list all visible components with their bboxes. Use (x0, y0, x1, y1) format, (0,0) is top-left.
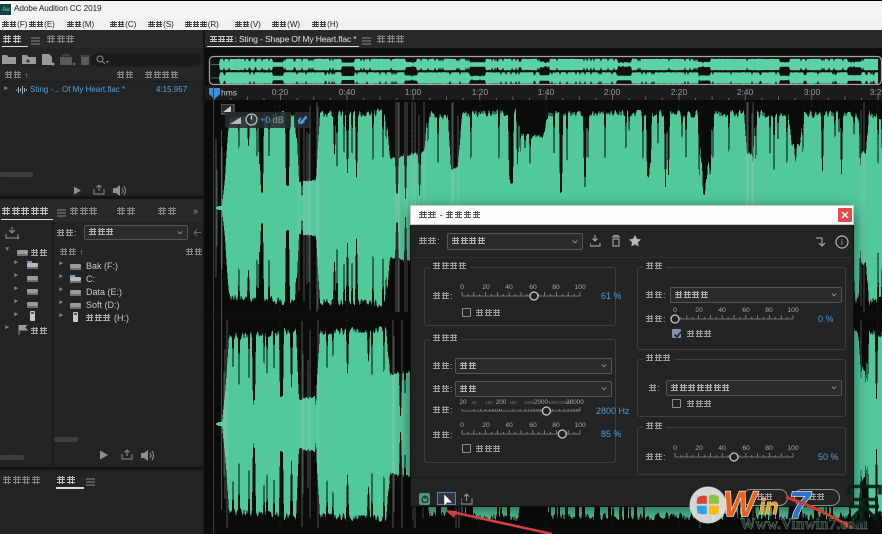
svg-text:100: 100 (485, 400, 493, 405)
svg-text:20: 20 (695, 307, 703, 314)
svg-text:1000: 1000 (524, 400, 535, 405)
svg-text:40: 40 (505, 284, 513, 291)
svg-text:20: 20 (482, 422, 490, 429)
svg-text:200: 200 (496, 399, 507, 406)
svg-text:60: 60 (742, 445, 750, 452)
svg-text:50 %: 50 % (818, 452, 839, 462)
svg-text:20000: 20000 (566, 399, 584, 406)
svg-text:40: 40 (471, 400, 477, 405)
svg-text:100: 100 (574, 422, 586, 429)
svg-text:80: 80 (765, 307, 773, 314)
svg-text:0 %: 0 % (818, 314, 834, 324)
svg-text:2800 Hz: 2800 Hz (596, 406, 630, 416)
svg-text:40: 40 (718, 445, 726, 452)
svg-text:100: 100 (787, 445, 799, 452)
svg-text:400: 400 (509, 400, 517, 405)
svg-text:85 %: 85 % (601, 429, 622, 439)
svg-text:100: 100 (787, 307, 799, 314)
svg-text:20: 20 (459, 399, 467, 406)
svg-text:20: 20 (695, 445, 703, 452)
svg-text:60: 60 (529, 284, 537, 291)
svg-text:60: 60 (742, 307, 750, 314)
svg-text:40: 40 (505, 422, 513, 429)
svg-text:0: 0 (673, 445, 677, 452)
svg-text:80: 80 (552, 284, 560, 291)
svg-text:20: 20 (482, 284, 490, 291)
svg-text:2000: 2000 (534, 399, 549, 406)
svg-text:80: 80 (765, 445, 773, 452)
svg-text:4000: 4000 (548, 400, 559, 405)
svg-text:60: 60 (529, 422, 537, 429)
svg-text:40: 40 (718, 307, 726, 314)
svg-text:0: 0 (460, 284, 464, 291)
svg-text:0: 0 (673, 307, 677, 314)
svg-text:0: 0 (460, 422, 464, 429)
svg-text:100: 100 (574, 284, 586, 291)
svg-text:61 %: 61 % (601, 291, 622, 301)
svg-text:80: 80 (552, 422, 560, 429)
